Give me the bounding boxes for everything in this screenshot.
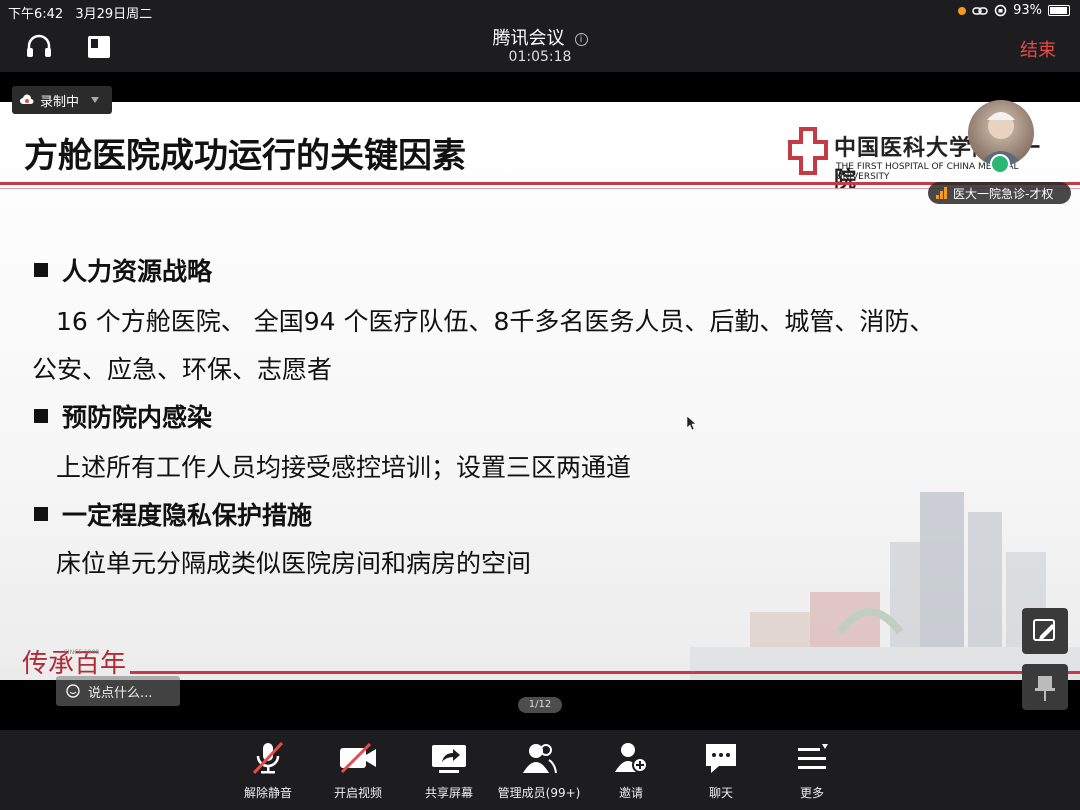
title-divider	[0, 182, 1080, 185]
section-heading: 一定程度隐私保护措施	[34, 496, 312, 532]
body-text: 16 个方舱医院、 全国94 个医疗队伍、8千多名医务人员、后勤、城管、消防、	[56, 307, 935, 336]
info-icon[interactable]: i	[574, 33, 588, 46]
mic-in-use-dot-icon	[958, 6, 967, 15]
title-divider-thin	[0, 188, 1080, 189]
toolbar-label: 解除静音	[243, 786, 292, 800]
speaker-name-label: 医大一院急诊-才权	[928, 182, 1071, 204]
bullet-square-icon	[34, 263, 48, 277]
section-heading: 人力资源战略	[34, 252, 212, 288]
body-text: 床位单元分隔成类似医院房间和病房的空间	[56, 549, 532, 578]
meeting-title: 腾讯会议	[492, 28, 565, 49]
footer-since-text: SINCE 1908	[64, 649, 99, 656]
cloud-record-icon	[20, 94, 34, 104]
speaker-name: 医大一院急诊-才权	[953, 186, 1054, 201]
manage-members-button[interactable]: 管理成员(99+)	[494, 740, 584, 801]
rotation-lock-icon	[994, 4, 1007, 17]
speaker-mic-active-icon	[990, 154, 1010, 174]
camera-off-icon	[340, 742, 376, 774]
toolbar-label: 更多	[799, 786, 824, 800]
status-date: 3月29日周二	[75, 7, 153, 22]
slide-page-indicator: 1/12	[518, 697, 562, 713]
recording-badge[interactable]: 录制中	[12, 86, 112, 114]
unmute-button[interactable]: 解除静音	[223, 740, 313, 801]
toolbar-label: 开启视频	[333, 786, 382, 800]
smile-icon	[66, 684, 80, 698]
members-icon	[523, 744, 557, 774]
section-heading-text: 一定程度隐私保护措施	[62, 501, 313, 530]
section-heading-text: 预防院内感染	[62, 403, 213, 432]
battery-icon	[1048, 5, 1070, 16]
start-video-button[interactable]: 开启视频	[313, 740, 403, 801]
share-screen-button[interactable]: 共享屏幕	[404, 740, 494, 801]
audio-level-icon	[936, 187, 947, 199]
section-heading-text: 人力资源战略	[62, 257, 213, 286]
more-icon	[798, 744, 828, 769]
annotate-pen-icon	[1033, 619, 1055, 641]
pointer-cursor-icon	[687, 416, 697, 430]
centennial-logo: 传承百年 SINCE 1908	[22, 649, 126, 679]
chat-button[interactable]: 聊天	[676, 740, 766, 801]
share-screen-icon	[432, 745, 466, 773]
recording-label: 录制中	[40, 94, 80, 110]
more-button[interactable]: 更多	[767, 740, 857, 801]
battery-percent: 93%	[1013, 3, 1042, 18]
meeting-elapsed-time: 01:05:18	[508, 49, 572, 65]
pin-button[interactable]	[1022, 664, 1068, 710]
footer-divider	[130, 671, 1080, 674]
status-bar: 下午6:42 3月29日周二 93%	[0, 0, 1080, 22]
end-meeting-button[interactable]: 结束	[1020, 36, 1056, 62]
body-text: 公安、应急、环保、志愿者	[32, 355, 333, 384]
toolbar-label: 邀请	[618, 786, 643, 800]
pin-icon	[1035, 676, 1055, 701]
toolbar-label: 聊天	[708, 786, 733, 800]
hospital-cross-icon	[788, 127, 828, 175]
section-heading: 预防院内感染	[34, 398, 212, 434]
toolbar-label: 共享屏幕	[424, 786, 473, 800]
annotate-button[interactable]	[1022, 608, 1068, 654]
chat-quick-input[interactable]: 说点什么...	[56, 676, 180, 706]
chat-icon	[706, 744, 736, 773]
bullet-square-icon	[34, 507, 48, 521]
bullet-square-icon	[34, 409, 48, 423]
meeting-header: 腾讯会议 i 01:05:18 结束	[0, 22, 1080, 72]
slide-title: 方舱医院成功运行的关键因素	[24, 136, 466, 176]
invite-icon	[615, 743, 648, 773]
status-time: 下午6:42	[8, 7, 64, 22]
meeting-title-row[interactable]: 腾讯会议 i	[0, 24, 1080, 50]
chevron-down-icon	[91, 97, 100, 103]
toolbar-label: 管理成员(99+)	[497, 786, 581, 800]
status-indicators: 93%	[958, 3, 1070, 18]
logo-english-text: THE FIRST HOSPITAL OF CHINA MEDICAL UNIV…	[836, 162, 1019, 182]
status-clock: 下午6:42 3月29日周二	[8, 3, 152, 22]
body-text: 上述所有工作人员均接受感控培训；设置三区两通道	[56, 453, 632, 482]
shared-slide: 方舱医院成功运行的关键因素 中国医科大学附属一院 THE FIRST HOSPI…	[0, 102, 1080, 680]
meeting-toolbar: 解除静音 开启视频 共享屏幕 管理成员(99+) 邀请 聊天 更多	[0, 730, 1080, 810]
link-icon	[972, 6, 988, 15]
chat-placeholder: 说点什么...	[88, 685, 153, 701]
mic-muted-icon	[252, 741, 284, 775]
invite-button[interactable]: 邀请	[586, 740, 676, 801]
